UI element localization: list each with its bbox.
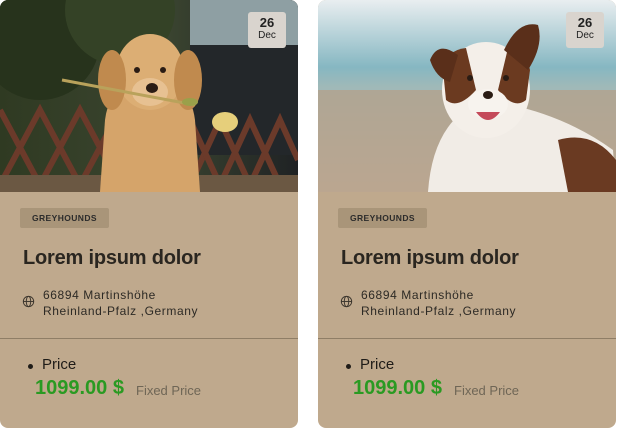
date-day: 26 <box>259 15 275 30</box>
date-month: Dec <box>576 30 594 41</box>
price-value: 1099.00 $ <box>353 377 442 399</box>
date-month: Dec <box>258 30 276 41</box>
address-line-2: Rheinland-Pfalz ,Germany <box>43 304 199 318</box>
globe-icon <box>340 295 353 308</box>
listing-card[interactable]: 26 Dec GREYHOUNDS Lorem ipsum dolor 6689… <box>0 0 298 428</box>
listing-title[interactable]: Lorem ipsum dolor <box>341 247 519 270</box>
address: 66894 Martinshöhe Rheinland-Pfalz ,Germa… <box>43 287 198 319</box>
price-note: Fixed Price <box>136 383 202 398</box>
globe-icon <box>22 295 35 308</box>
address-line-1: 66894 Martinshöhe <box>361 288 474 302</box>
listing-card[interactable]: 26 Dec GREYHOUNDS Lorem ipsum dolor 6689… <box>318 0 616 428</box>
divider <box>318 338 616 339</box>
dog-photo[interactable]: 26 Dec <box>0 0 298 192</box>
date-badge: 26 Dec <box>566 12 604 48</box>
price-label: Price <box>42 356 77 373</box>
category-tag[interactable]: GREYHOUNDS <box>338 208 427 228</box>
listing-title[interactable]: Lorem ipsum dolor <box>23 247 201 270</box>
date-day: 26 <box>577 15 593 30</box>
bullet-icon <box>28 364 33 369</box>
dog-photo[interactable]: 26 Dec <box>318 0 616 192</box>
address-line-1: 66894 Martinshöhe <box>43 288 156 302</box>
date-badge: 26 Dec <box>248 12 286 48</box>
divider <box>0 338 298 339</box>
price-label: Price <box>360 356 395 373</box>
bullet-icon <box>346 364 351 369</box>
address: 66894 Martinshöhe Rheinland-Pfalz ,Germa… <box>361 287 516 319</box>
category-tag[interactable]: GREYHOUNDS <box>20 208 109 228</box>
address-line-2: Rheinland-Pfalz ,Germany <box>361 304 517 318</box>
price-note: Fixed Price <box>454 383 520 398</box>
price-value: 1099.00 $ <box>35 377 124 399</box>
